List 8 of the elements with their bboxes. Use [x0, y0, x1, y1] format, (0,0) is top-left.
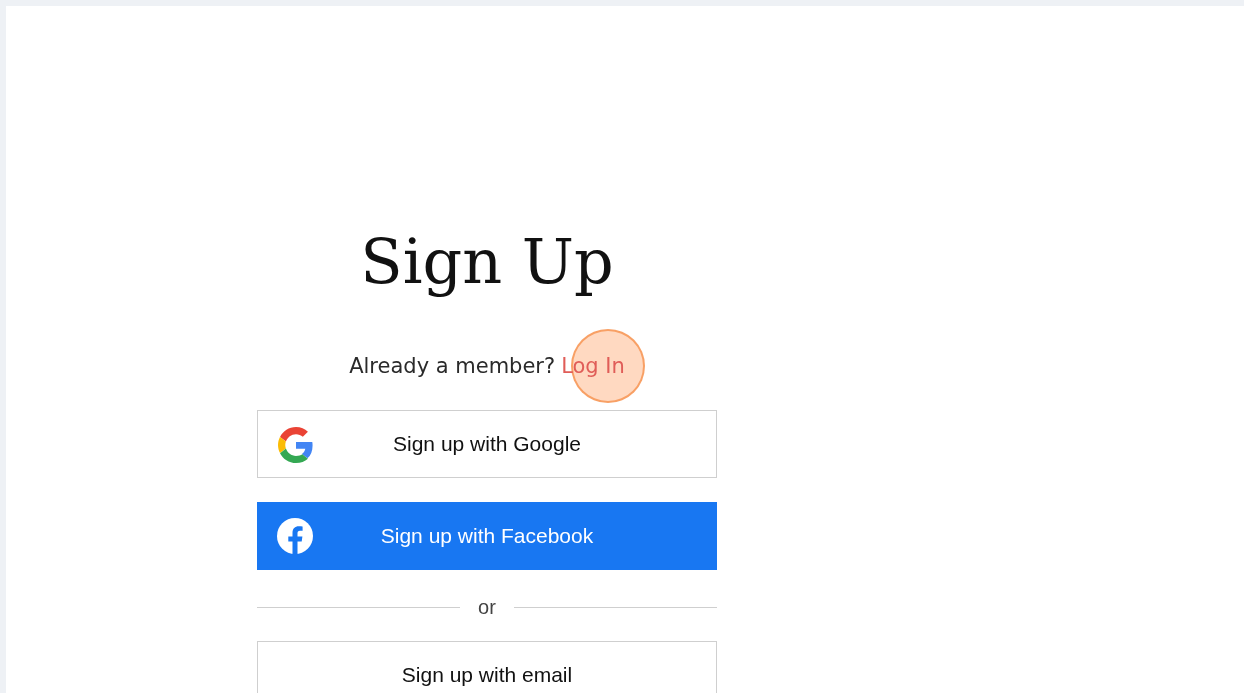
google-signup-button[interactable]: Sign up with Google	[257, 410, 717, 478]
page-title: Sign Up	[360, 224, 614, 300]
facebook-logo-icon	[277, 518, 313, 554]
email-signup-button[interactable]: Sign up with email	[257, 641, 717, 693]
facebook-signup-button[interactable]: Sign up with Facebook	[257, 502, 717, 570]
divider-label: or	[478, 596, 496, 619]
google-logo-icon	[278, 427, 314, 463]
member-prompt: Already a member?	[349, 354, 556, 378]
